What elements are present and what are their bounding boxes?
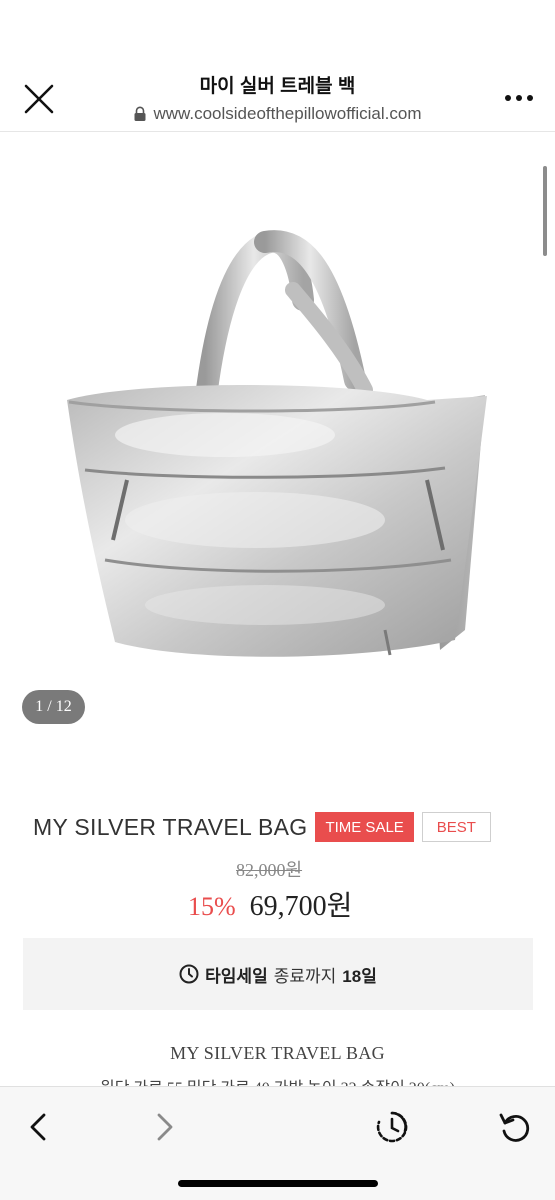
home-indicator[interactable] xyxy=(178,1180,378,1187)
more-icon[interactable] xyxy=(505,92,533,104)
price-row: 15% 69,700원 xyxy=(188,884,352,924)
url-text: www.coolsideofthepillowofficial.com xyxy=(153,104,422,123)
clock-icon xyxy=(179,964,199,984)
discount-rate: 15% xyxy=(188,892,236,921)
title-block: 마이 실버 트레블 백 www.coolsideofthepillowoffic… xyxy=(90,74,465,124)
more-dot xyxy=(527,95,533,101)
gallery-counter: 1 / 12 xyxy=(22,690,85,724)
close-icon[interactable] xyxy=(20,80,58,118)
history-clock-icon[interactable] xyxy=(374,1109,410,1145)
time-sale-badge: TIME SALE xyxy=(315,812,414,842)
url-row[interactable]: www.coolsideofthepillowofficial.com xyxy=(90,104,465,124)
chevron-right-icon[interactable] xyxy=(146,1109,182,1145)
original-price: 82,000원 xyxy=(236,860,303,880)
best-badge: BEST xyxy=(421,812,491,842)
more-dot xyxy=(505,95,511,101)
reload-icon[interactable] xyxy=(497,1109,533,1145)
product-image[interactable] xyxy=(55,230,500,680)
chevron-left-icon[interactable] xyxy=(22,1109,58,1145)
timer-days: 18일 xyxy=(342,966,377,986)
sale-price: 69,700원 xyxy=(249,891,353,922)
scroll-indicator[interactable] xyxy=(543,166,547,256)
app-root: 마이 실버 트레블 백 www.coolsideofthepillowoffic… xyxy=(0,0,555,1200)
time-sale-timer: 타임세일 종료까지 18일 xyxy=(23,938,533,1010)
page-title: 마이 실버 트레블 백 xyxy=(199,76,356,97)
product-name: MY SILVER TRAVEL BAG xyxy=(33,813,308,840)
timer-until: 종료까지 xyxy=(273,966,337,986)
product-title-row: MY SILVER TRAVEL BAG TIME SALE BEST xyxy=(33,812,491,842)
lock-icon xyxy=(134,106,146,121)
description-cut-line-text: 원단 가로 55 밑단 가로 40 가방 높이 32 손잡이 20(cm) xyxy=(0,1076,555,1086)
more-dot xyxy=(516,95,522,101)
description-cut-line: 원단 가로 55 밑단 가로 40 가방 높이 32 손잡이 20(cm) xyxy=(0,1076,555,1086)
timer-label: 타임세일 xyxy=(205,966,268,986)
top-bar: 마이 실버 트레블 백 www.coolsideofthepillowoffic… xyxy=(0,0,555,132)
description-title: MY SILVER TRAVEL BAG xyxy=(170,1043,385,1063)
